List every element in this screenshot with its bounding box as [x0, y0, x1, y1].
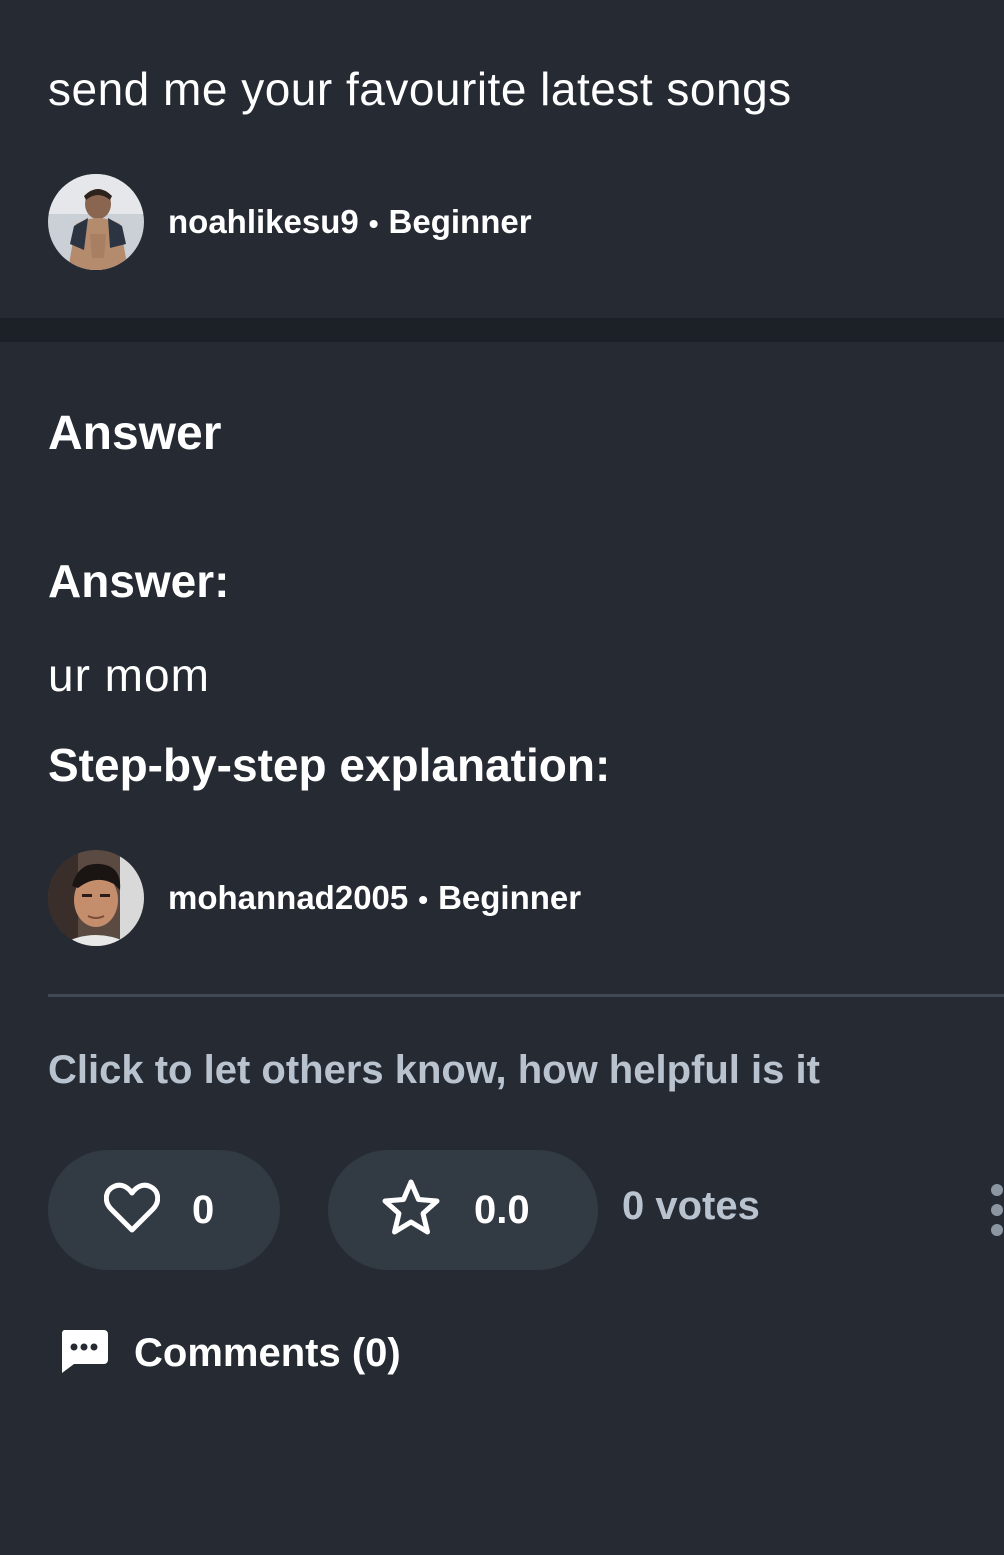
page: send me your favourite latest songs noah…: [0, 0, 1004, 1555]
answer-author[interactable]: mohannad2005 • Beginner: [48, 850, 581, 946]
answer-label: Answer:: [48, 555, 230, 607]
star-icon: [380, 1178, 442, 1243]
votes-count: 0 votes: [622, 1184, 760, 1228]
section-divider: [0, 318, 1004, 342]
question-title: send me your favourite latest songs: [48, 63, 792, 115]
answer-text: ur mom: [48, 649, 210, 701]
avatar[interactable]: [48, 174, 144, 270]
more-vertical-icon[interactable]: [986, 1184, 1004, 1236]
question-author[interactable]: noahlikesu9 • Beginner: [48, 174, 532, 270]
answer-heading: Answer: [48, 407, 222, 460]
author-info: noahlikesu9 • Beginner: [168, 203, 532, 241]
comments-label: Comments (0): [134, 1331, 401, 1375]
explanation-label: Step-by-step explanation:: [48, 739, 611, 791]
comments-button[interactable]: Comments (0): [58, 1328, 401, 1379]
like-button[interactable]: 0: [48, 1150, 280, 1270]
heart-icon: [103, 1182, 161, 1239]
divider-line: [48, 994, 1004, 997]
author-username[interactable]: noahlikesu9: [168, 203, 359, 240]
helpful-prompt: Click to let others know, how helpful is…: [48, 1048, 820, 1092]
author-rank: Beginner: [438, 879, 582, 916]
like-count: 0: [192, 1187, 215, 1232]
author-rank: Beginner: [388, 203, 532, 240]
separator: •: [368, 208, 379, 239]
question-card: send me your favourite latest songs noah…: [0, 0, 1004, 318]
answer-card: Answer Answer: ur mom Step-by-step expla…: [0, 342, 1004, 1555]
rate-button[interactable]: 0.0: [328, 1150, 598, 1270]
comment-bubble-icon: [58, 1328, 110, 1379]
rating-value: 0.0: [474, 1187, 530, 1232]
avatar[interactable]: [48, 850, 144, 946]
author-username[interactable]: mohannad2005: [168, 879, 408, 916]
author-info: mohannad2005 • Beginner: [168, 879, 581, 917]
separator: •: [418, 884, 429, 915]
